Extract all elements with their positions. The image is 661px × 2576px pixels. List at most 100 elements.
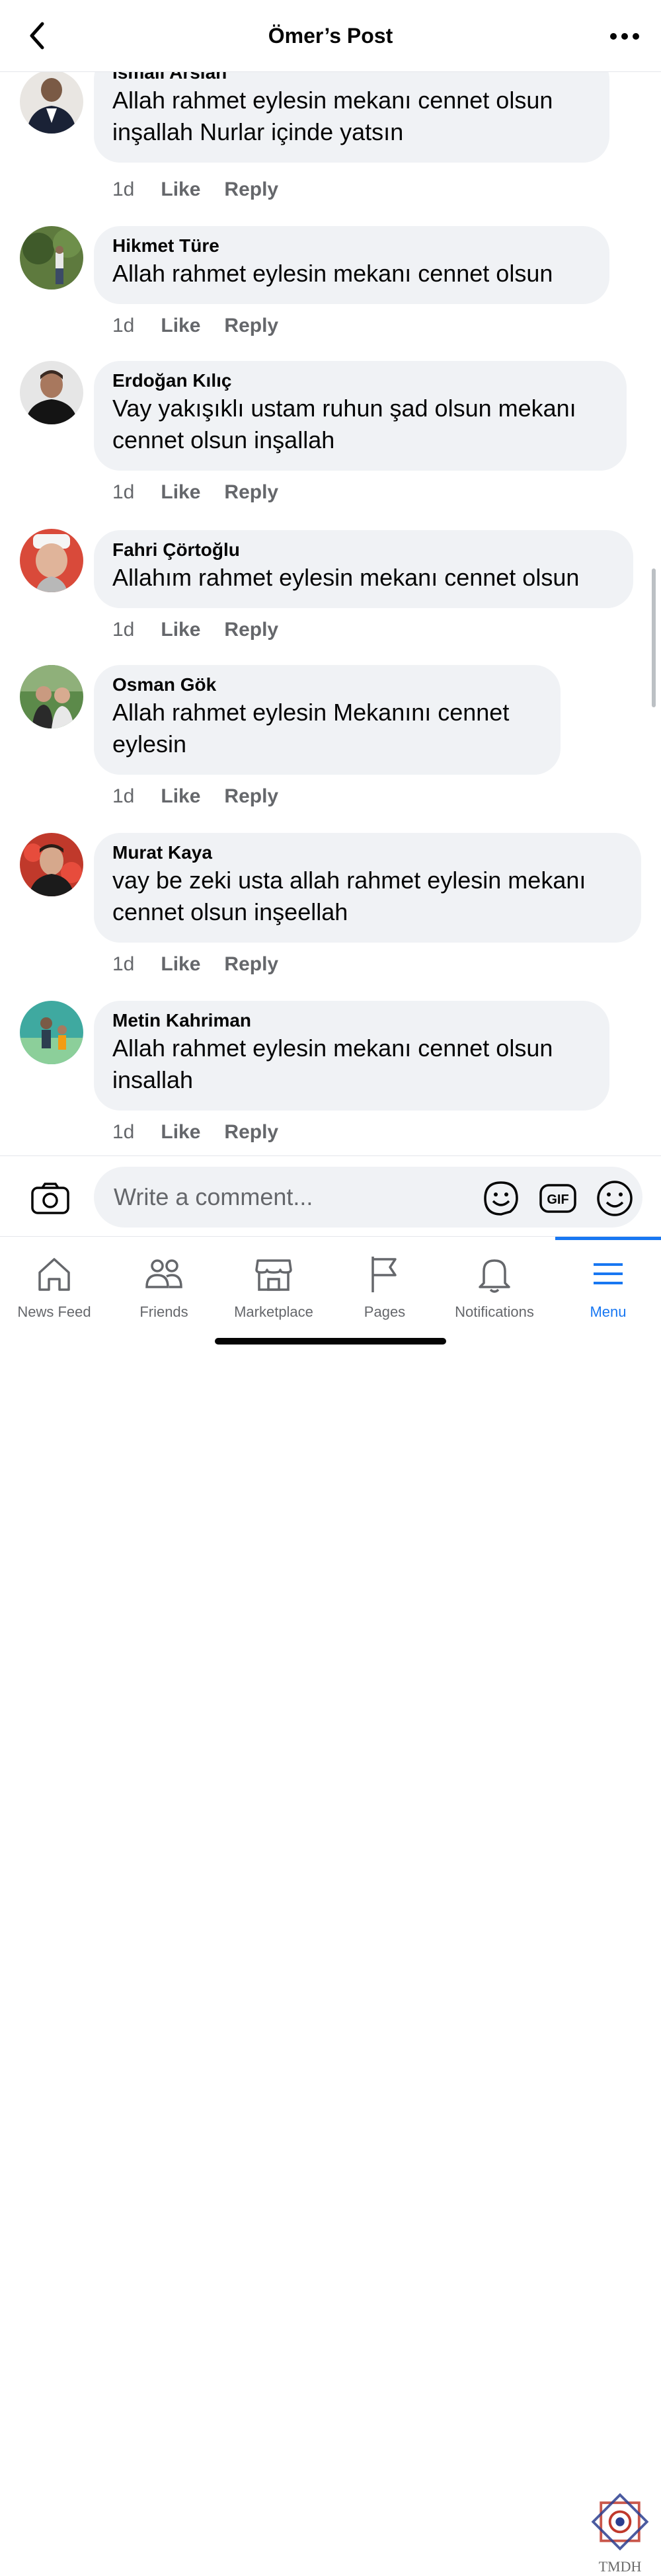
nav-label: Menu <box>590 1304 627 1320</box>
reply-button[interactable]: Reply <box>224 178 278 201</box>
more-options-button[interactable] <box>608 26 641 46</box>
avatar[interactable] <box>20 70 83 134</box>
emoji-icon <box>597 1181 633 1216</box>
comment-text: insallah <box>112 1066 194 1093</box>
comment-time: 1d <box>112 785 135 807</box>
watermark-logo: TMDH <box>587 2490 653 2576</box>
active-tab-indicator <box>555 1237 661 1240</box>
comment-time: 1d <box>112 481 135 503</box>
comment-text: eylesin <box>112 730 187 758</box>
nav-news-feed[interactable]: News Feed <box>1 1253 107 1321</box>
gif-button[interactable]: GIF <box>538 1179 578 1218</box>
reply-button[interactable]: Reply <box>224 481 278 504</box>
comment-bubble: Fahri Çörtoğlu Allahım rahmet eylesin me… <box>94 530 633 608</box>
menu-icon <box>594 1263 623 1284</box>
comment-composer: Write a comment... GIF <box>0 1155 661 1237</box>
nav-label: Pages <box>364 1304 406 1320</box>
comment-text: Vay yakışıklı ustam ruhun şad olsun meka… <box>112 395 576 422</box>
nav-marketplace[interactable]: Marketplace <box>221 1253 327 1321</box>
comment-time: 1d <box>112 178 135 200</box>
commenter-name[interactable]: Metin Kahriman <box>112 1009 591 1033</box>
friends-icon <box>145 1259 182 1288</box>
comment-bubble: Hikmet Türe Allah rahmet eylesin mekanı … <box>94 226 609 304</box>
camera-icon <box>31 1183 69 1214</box>
avatar[interactable] <box>20 833 83 896</box>
comment-text: cennet olsun inşallah <box>112 426 335 453</box>
comment-actions: 1d Like Reply <box>112 619 302 641</box>
home-indicator <box>215 1338 446 1345</box>
commenter-name[interactable]: Fahri Çörtoğlu <box>112 538 615 562</box>
comment-bubble: Erdoğan Kılıç Vay yakışıklı ustam ruhun … <box>94 361 627 471</box>
sticker-button[interactable] <box>481 1179 521 1218</box>
svg-text:GIF: GIF <box>547 1192 568 1207</box>
commenter-name[interactable]: Osman Gök <box>112 673 542 697</box>
flag-icon <box>371 1257 397 1292</box>
nav-menu[interactable]: Menu <box>555 1253 661 1321</box>
comment-input-placeholder: Write a comment... <box>114 1183 313 1210</box>
bottom-navigation: News Feed Friends Marketplace Pages Noti… <box>0 1236 661 2575</box>
comment-actions: 1d Like Reply <box>112 953 302 976</box>
reply-button[interactable]: Reply <box>224 315 278 337</box>
like-button[interactable]: Like <box>161 953 200 976</box>
reply-button[interactable]: Reply <box>224 953 278 976</box>
comment-actions: 1d Like Reply <box>112 481 302 504</box>
comment-actions: 1d Like Reply <box>112 1121 302 1144</box>
bell-icon <box>479 1259 510 1293</box>
commenter-name[interactable]: Murat Kaya <box>112 841 623 865</box>
scrollbar[interactable] <box>652 568 656 707</box>
commenter-name[interactable]: Erdoğan Kılıç <box>112 369 608 393</box>
commenter-name[interactable]: Hikmet Türe <box>112 234 591 258</box>
avatar[interactable] <box>20 1001 83 1064</box>
comment-actions: 1d Like Reply <box>112 178 302 201</box>
comment-text: Allah rahmet eylesin Mekanını cennet <box>112 699 510 726</box>
avatar[interactable] <box>20 665 83 728</box>
comment-time: 1d <box>112 619 135 641</box>
like-button[interactable]: Like <box>161 178 200 201</box>
comment-time: 1d <box>112 1121 135 1143</box>
comment-text: Allah rahmet eylesin mekanı cennet olsun <box>112 260 553 287</box>
ornament-icon <box>591 2493 649 2551</box>
reply-button[interactable]: Reply <box>224 619 278 641</box>
like-button[interactable]: Like <box>161 785 200 808</box>
comment-text: cennet olsun inşeellah <box>112 898 348 925</box>
camera-button[interactable] <box>30 1181 70 1216</box>
avatar[interactable] <box>20 529 83 592</box>
comment-actions: 1d Like Reply <box>112 315 302 337</box>
like-button[interactable]: Like <box>161 481 200 504</box>
comment-text: vay be zeki usta allah rahmet eylesin me… <box>112 867 586 894</box>
sticker-icon <box>484 1181 518 1216</box>
comment-bubble: Metin Kahriman Allah rahmet eylesin meka… <box>94 1001 609 1111</box>
emoji-button[interactable] <box>595 1179 635 1218</box>
nav-label: Friends <box>139 1304 188 1320</box>
like-button[interactable]: Like <box>161 619 200 641</box>
comment-text: Allah rahmet eylesin mekanı cennet olsun <box>112 1034 553 1062</box>
comment-actions: 1d Like Reply <box>112 785 302 808</box>
comment-time: 1d <box>112 315 135 336</box>
watermark-text: TMDH <box>598 2558 642 2575</box>
comment-text: Allah rahmet eylesin mekanı cennet olsun <box>112 87 553 114</box>
like-button[interactable]: Like <box>161 315 200 337</box>
home-icon <box>38 1258 70 1291</box>
avatar[interactable] <box>20 361 83 424</box>
comment-text: Allahım rahmet eylesin mekanı cennet ols… <box>112 564 580 591</box>
marketplace-icon <box>255 1259 292 1291</box>
comment-time: 1d <box>112 953 135 975</box>
nav-label: Marketplace <box>234 1304 313 1320</box>
avatar[interactable] <box>20 226 83 290</box>
page-title: Ömer’s Post <box>268 24 393 48</box>
nav-label: News Feed <box>17 1304 91 1320</box>
comment-bubble: Osman Gök Allah rahmet eylesin Mekanını … <box>94 665 561 775</box>
top-bar: Ömer’s Post <box>0 0 661 72</box>
nav-label: Notifications <box>455 1304 534 1320</box>
composer-actions: GIF <box>481 1179 635 1218</box>
nav-friends[interactable]: Friends <box>111 1253 217 1321</box>
reply-button[interactable]: Reply <box>224 785 278 808</box>
more-icon <box>610 33 639 40</box>
gif-icon: GIF <box>539 1184 576 1213</box>
nav-notifications[interactable]: Notifications <box>442 1253 547 1321</box>
comment-text: inşallah Nurlar içinde yatsın <box>112 118 404 145</box>
comment-bubble: Murat Kaya vay be zeki usta allah rahmet… <box>94 833 641 943</box>
reply-button[interactable]: Reply <box>224 1121 278 1144</box>
nav-pages[interactable]: Pages <box>332 1253 438 1321</box>
like-button[interactable]: Like <box>161 1121 200 1144</box>
